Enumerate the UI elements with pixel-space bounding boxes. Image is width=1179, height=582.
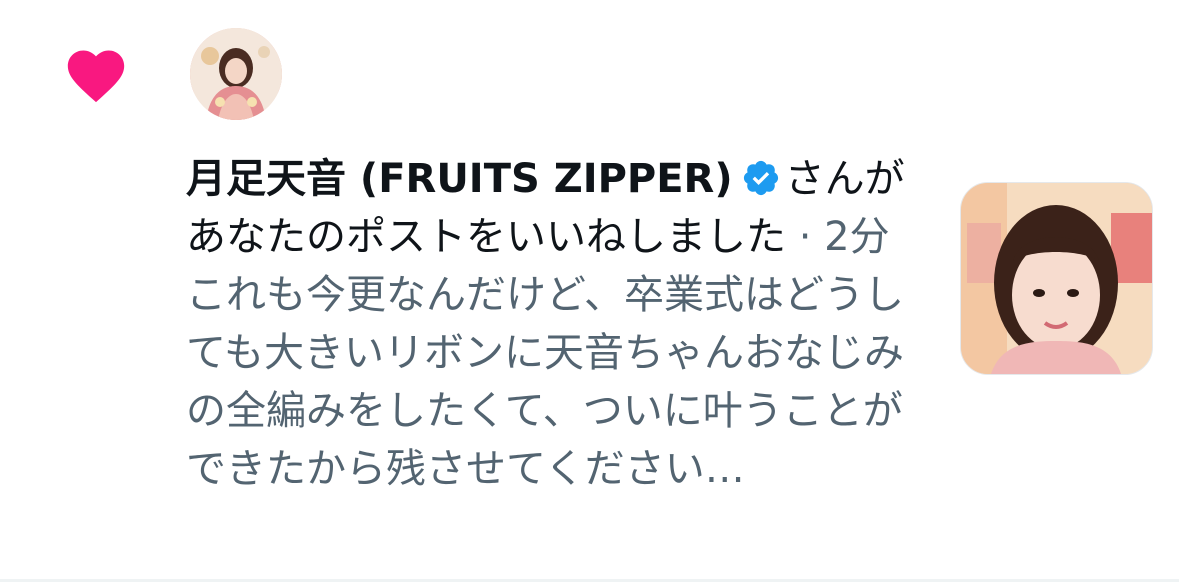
post-excerpt: これも今更なんだけど、卒業式はどうしても大きいリボンに天音ちゃんおなじみの全編み… xyxy=(186,272,904,492)
verified-badge-icon xyxy=(743,160,778,196)
avatar[interactable] xyxy=(190,28,282,120)
user-name[interactable]: 月足天音 (FRUITS ZIPPER) xyxy=(186,156,733,202)
like-notification[interactable]: 月足天音 (FRUITS ZIPPER) さんがあなたのポストをいいねしました ·… xyxy=(0,0,1179,582)
action-text-part1: さんが xyxy=(784,156,905,202)
timestamp: 2分 xyxy=(824,214,890,260)
notification-headline: 月足天音 (FRUITS ZIPPER) さんがあなたのポストをいいねしました ·… xyxy=(186,150,906,266)
notification-content: 月足天音 (FRUITS ZIPPER) さんがあなたのポストをいいねしました ·… xyxy=(186,150,906,498)
action-text-part2: あなたのポストをいいねしました xyxy=(186,214,786,260)
separator: · xyxy=(786,214,825,260)
heart-icon xyxy=(67,50,125,103)
post-thumbnail[interactable] xyxy=(960,182,1153,375)
